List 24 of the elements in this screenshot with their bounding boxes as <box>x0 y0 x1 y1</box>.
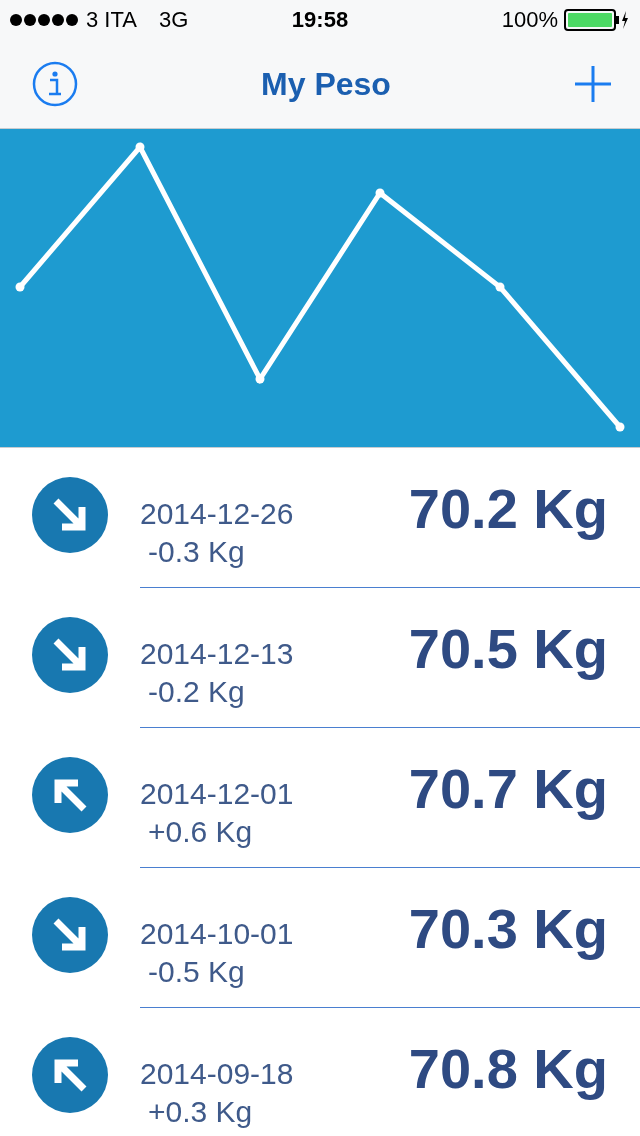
weight-change: -0.2 Kg <box>147 674 246 710</box>
weight-value: 70.2 Kg <box>408 476 608 542</box>
weight-value: 70.5 Kg <box>408 616 608 682</box>
weight-change: +0.3 Kg <box>147 1094 254 1130</box>
clock: 19:58 <box>291 7 349 33</box>
battery-icon <box>564 9 630 31</box>
weight-change: +0.6 Kg <box>147 814 254 850</box>
signal-icon <box>10 14 78 26</box>
screen-title: My Peso <box>261 65 391 103</box>
weight-change: -0.5 Kg <box>147 954 246 990</box>
weight-value: 70.7 Kg <box>408 756 608 822</box>
network-label: 3G <box>158 7 189 33</box>
entry-date: 2014-12-01 <box>140 776 294 812</box>
entry-date: 2014-12-13 <box>140 636 294 672</box>
battery-percent: 100% <box>501 7 558 33</box>
entry-date: 2014-10-01 <box>140 916 294 952</box>
info-button[interactable] <box>32 61 78 107</box>
add-button[interactable] <box>574 65 612 103</box>
weight-change: -0.3 Kg <box>147 534 246 570</box>
entry-date: 2014-09-18 <box>140 1056 294 1092</box>
weight-value: 70.3 Kg <box>408 896 608 962</box>
weight-value: 70.8 Kg <box>408 1036 608 1102</box>
carrier-label: 3 ITA <box>86 7 137 33</box>
entry-date: 2014-12-26 <box>140 496 294 532</box>
